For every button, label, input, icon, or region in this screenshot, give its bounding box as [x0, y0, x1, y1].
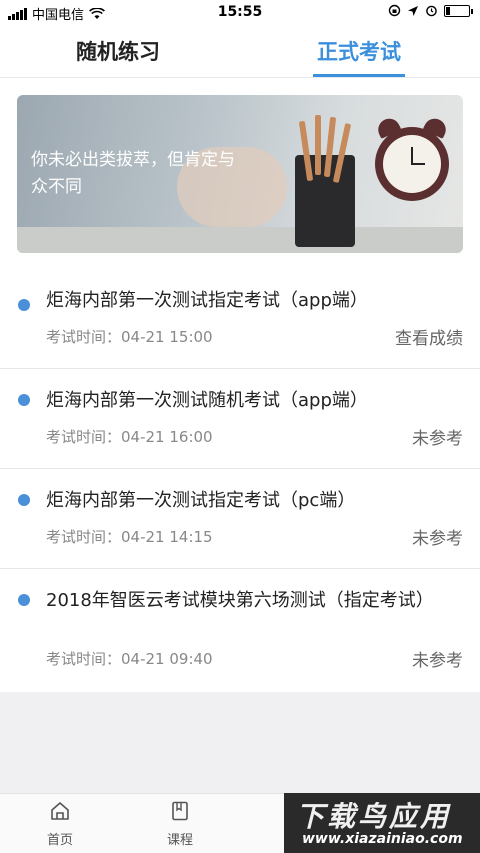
alarm-icon: [426, 5, 437, 17]
exam-title: 2018年智医云考试模块第六场测试（指定考试）: [46, 590, 434, 611]
exam-item[interactable]: 炬海内部第一次测试指定考试（app端） 考试时间：04-21 15:00 查看成…: [0, 273, 480, 369]
pencil-image: [315, 115, 321, 175]
exam-title: 炬海内部第一次测试指定考试（app端）: [46, 290, 368, 311]
exam-item[interactable]: 2018年智医云考试模块第六场测试（指定考试） 考试时间：04-21 09:40…: [0, 569, 480, 691]
view-score-button[interactable]: 查看成绩: [395, 324, 463, 349]
nav-course-label: 课程: [166, 833, 193, 848]
exam-time: 考试时间：04-21 09:40: [46, 650, 213, 668]
banner-slogan: 你未必出类拔萃，但肯定与众不同: [31, 150, 235, 197]
book-icon: [172, 801, 188, 821]
banner[interactable]: 你未必出类拔萃，但肯定与众不同: [17, 95, 463, 253]
exam-time: 考试时间：04-21 15:00: [46, 328, 213, 346]
status-bar: 中国电信 15:55: [0, 0, 480, 26]
exam-time: 考试时间：04-21 16:00: [46, 428, 213, 446]
exam-status: 未参考: [412, 651, 463, 671]
exam-time: 考试时间：04-21 14:15: [46, 528, 213, 546]
nav-home-label: 首页: [46, 833, 73, 848]
exam-item[interactable]: 炬海内部第一次测试指定考试（pc端） 考试时间：04-21 14:15 未参考: [0, 469, 480, 569]
location-icon: [408, 5, 418, 16]
exam-list: 炬海内部第一次测试指定考试（app端） 考试时间：04-21 15:00 查看成…: [0, 273, 480, 691]
banner-desk-decoration: [17, 227, 463, 253]
exam-status: 未参考: [412, 529, 463, 549]
nav-course[interactable]: 课程: [150, 800, 210, 848]
exam-dot: [18, 299, 30, 311]
home-icon: [51, 802, 69, 820]
exam-item[interactable]: 炬海内部第一次测试随机考试（app端） 考试时间：04-21 16:00 未参考: [0, 369, 480, 469]
watermark-url: www.xiazainiao.com: [302, 831, 463, 847]
alarm-clock-image: [375, 127, 449, 201]
tab-random-practice[interactable]: 随机练习: [76, 36, 160, 66]
tab-formal-exam[interactable]: 正式考试: [317, 36, 401, 66]
nav-home[interactable]: 首页: [30, 800, 90, 848]
exam-title: 炬海内部第一次测试指定考试（pc端）: [46, 490, 356, 511]
battery-icon: [444, 4, 473, 17]
watermark-title: 下载鸟应用: [296, 800, 452, 833]
active-tab-indicator: [313, 74, 405, 77]
top-tabs: 随机练习 正式考试: [0, 26, 480, 78]
rotation-lock-icon: [388, 4, 401, 17]
exam-status: 未参考: [412, 429, 463, 449]
exam-dot: [18, 394, 30, 406]
exam-dot: [18, 494, 30, 506]
main-content: 你未必出类拔萃，但肯定与众不同 炬海内部第一次测试指定考试（app端） 考试时间…: [0, 78, 480, 692]
exam-dot: [18, 594, 30, 606]
watermark-logo: 下载鸟应用 www.xiazainiao.com: [284, 793, 480, 853]
exam-title: 炬海内部第一次测试随机考试（app端）: [46, 390, 368, 411]
